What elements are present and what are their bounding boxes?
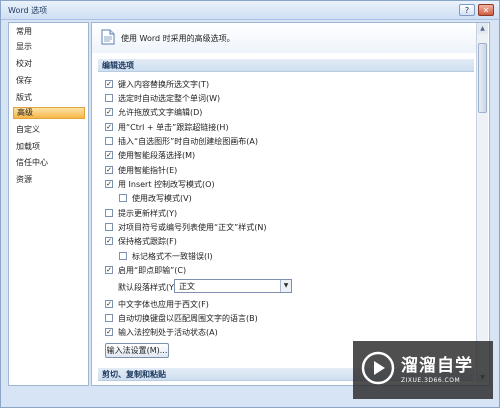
checkbox[interactable]: ✓ <box>105 300 113 308</box>
checkbox[interactable] <box>105 137 113 145</box>
sidebar-item-layout[interactable]: 版式 <box>13 92 85 104</box>
panel-header: 使用 Word 时采用的高级选项。 <box>92 23 477 53</box>
sidebar-item-popular[interactable]: 常用 <box>13 26 85 38</box>
scroll-thumb[interactable] <box>478 43 487 113</box>
section-edit-options: 编辑选项 <box>98 59 474 72</box>
sidebar-item-save[interactable]: 保存 <box>13 75 85 87</box>
scroll-up-icon[interactable]: ▲ <box>477 23 488 34</box>
document-icon <box>101 29 115 45</box>
checkbox[interactable]: ✓ <box>105 328 113 336</box>
sidebar-item-addins[interactable]: 加载项 <box>13 141 85 153</box>
checkbox[interactable]: ✓ <box>105 180 113 188</box>
play-logo-icon <box>361 351 395 385</box>
sidebar-item-trust-center[interactable]: 信任中心 <box>13 157 85 169</box>
close-button[interactable]: ✕ <box>478 4 494 16</box>
checkbox[interactable]: ✓ <box>105 108 113 116</box>
sidebar-item-resources[interactable]: 资源 <box>13 174 85 186</box>
checkbox[interactable] <box>119 194 127 202</box>
title-bar: Word 选项 ? ✕ <box>1 1 499 20</box>
watermark-title: 溜溜自学 <box>401 356 473 376</box>
options-scrollbar[interactable]: ▲ ▼ <box>476 23 488 383</box>
site-watermark: 溜溜自学 ZIXUE.3D66.COM <box>353 341 493 399</box>
chevron-down-icon[interactable]: ▼ <box>280 280 291 292</box>
sidebar-item-display[interactable]: 显示 <box>13 41 85 53</box>
checkbox[interactable]: ✓ <box>105 151 113 159</box>
default-style-select[interactable]: 正文 ▼ <box>174 279 292 293</box>
sidebar-item-advanced[interactable]: 高级 <box>13 107 85 119</box>
checkbox[interactable]: ✓ <box>105 266 113 274</box>
checkbox[interactable] <box>105 314 113 322</box>
checkbox[interactable]: ✓ <box>105 237 113 245</box>
checkbox[interactable] <box>105 223 113 231</box>
default-style-value: 正文 <box>179 282 195 291</box>
help-button[interactable]: ? <box>459 4 475 16</box>
checkbox[interactable]: ✓ <box>105 166 113 174</box>
checkbox[interactable] <box>105 209 113 217</box>
window-title: Word 选项 <box>8 6 48 15</box>
panel-header-text: 使用 Word 时采用的高级选项。 <box>121 34 235 43</box>
checkbox[interactable]: ✓ <box>105 80 113 88</box>
checkbox[interactable] <box>119 252 127 260</box>
ime-settings-button[interactable]: 输入法设置(M)... <box>105 343 169 358</box>
default-style-label: 默认段落样式(Y): <box>118 283 180 292</box>
checkbox[interactable]: ✓ <box>105 123 113 131</box>
watermark-url: ZIXUE.3D66.COM <box>401 377 461 384</box>
word-options-dialog: Word 选项 ? ✕ 常用 显示 校对 保存 版式 高级 自定义 加载项 信任… <box>0 0 500 408</box>
sidebar-item-customize[interactable]: 自定义 <box>13 124 85 136</box>
sidebar-item-proofing[interactable]: 校对 <box>13 58 85 70</box>
checkbox[interactable] <box>105 94 113 102</box>
options-sidebar: 常用 显示 校对 保存 版式 高级 自定义 加载项 信任中心 资源 <box>8 22 89 386</box>
